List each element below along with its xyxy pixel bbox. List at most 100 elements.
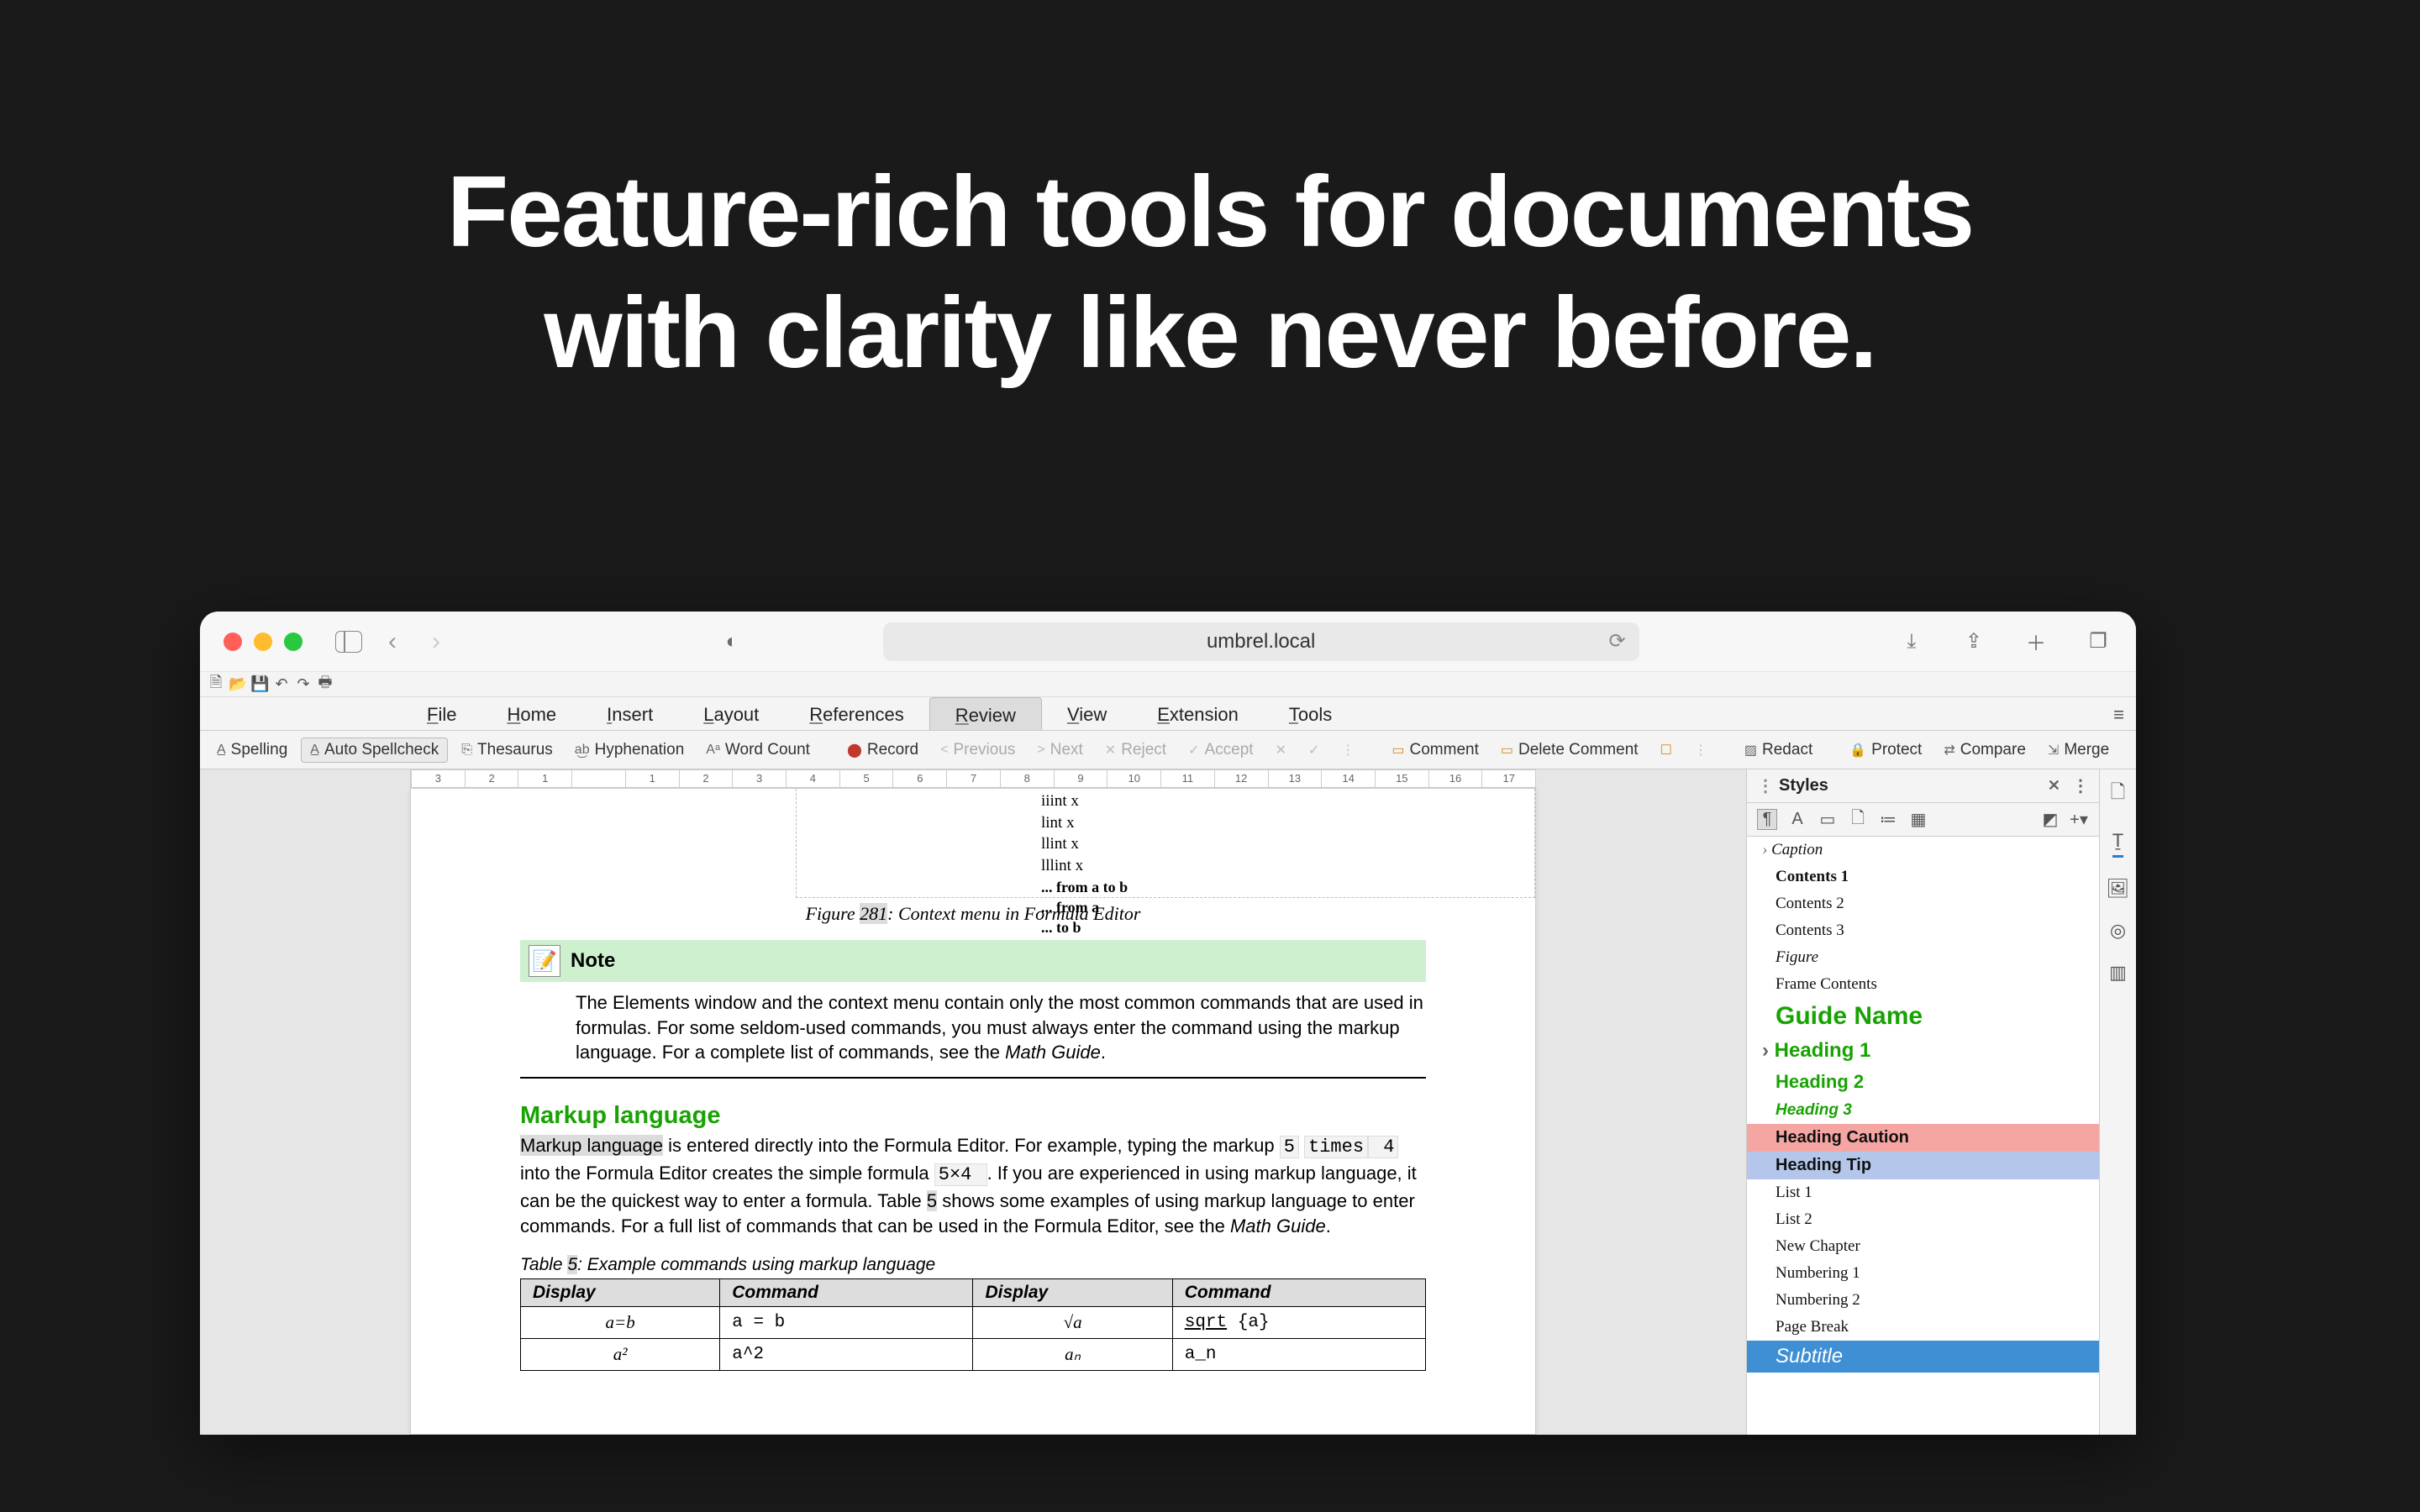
thesaurus-button[interactable]: ⎘Thesaurus [453,738,561,762]
close-window-button[interactable] [224,633,242,651]
table-styles-icon[interactable]: ▦ [1908,809,1928,830]
styles-panel: ⋮ Styles ✕ ⋮ ¶ A ▭ 🗋 ≔ ▦ ◩ +▾ [1746,769,2099,1435]
ribbon-tab-insert[interactable]: Insert [581,697,678,730]
styles-close-icon[interactable]: ✕ [2048,777,2060,795]
sidebar-tab-strip: 🗋 Ṯ 🖼 ◎ ▥ [2099,769,2136,1435]
document-viewport: 3211234567891011121314151617 iiint xlint… [200,769,1746,1435]
accept-change-button[interactable]: ✓Accept [1180,738,1262,762]
style-item[interactable]: Contents 1 [1747,864,2099,890]
tabs-overview-icon[interactable]: ❐ [2084,627,2112,656]
protect-button[interactable]: 🔒Protect [1841,738,1930,762]
traffic-lights [224,633,302,651]
comment-extra-icon[interactable]: ☐ [1652,739,1681,761]
address-bar[interactable]: umbrel.local ⟳ [883,622,1639,661]
word-count-button[interactable]: AᵃWord Count [697,738,818,762]
compare-button[interactable]: ⇄Compare [1935,738,2034,762]
style-item[interactable]: List 2 [1747,1206,2099,1233]
hyphenation-button[interactable]: a͜bHyphenation [566,738,693,762]
style-item[interactable]: Contents 2 [1747,890,2099,917]
quick-access-toolbar: 🗎 📂 💾 ↶ ↷ 🖶 [200,672,2136,697]
auto-spellcheck-toggle[interactable]: A̲Auto Spellcheck [301,738,448,763]
style-item[interactable]: New Chapter [1747,1233,2099,1260]
ribbon-tab-extension[interactable]: Extension [1132,697,1264,730]
ribbon-settings-icon[interactable]: ⚙ [2128,739,2136,761]
style-item[interactable]: Numbering 2 [1747,1287,2099,1314]
style-item[interactable]: Frame Contents [1747,971,2099,998]
merge-button[interactable]: ⇲Merge [2039,738,2118,762]
redo-icon[interactable]: ↷ [294,675,313,693]
styles-tab-icon[interactable]: Ṯ [2112,830,2123,858]
previous-change-button[interactable]: <Previous [932,738,1023,762]
style-item[interactable]: Heading 1 [1747,1035,2099,1067]
style-item[interactable]: Caption [1747,837,2099,864]
downloads-icon[interactable]: ⤓ [1897,627,1926,656]
style-item[interactable]: Heading 2 [1747,1067,2099,1097]
ribbon-tab-layout[interactable]: Layout [678,697,784,730]
frame-styles-icon[interactable]: ▭ [1818,809,1838,830]
ribbon-tab-home[interactable]: Home [481,697,581,730]
forward-button[interactable]: › [422,627,450,656]
minimize-window-button[interactable] [254,633,272,651]
ribbon-tab-tools[interactable]: Tools [1264,697,1357,730]
body-paragraph: Markup language is entered directly into… [520,1133,1426,1240]
styles-category-icons: ¶ A ▭ 🗋 ≔ ▦ ◩ +▾ [1747,803,2099,837]
style-item[interactable]: Page Break [1747,1314,2099,1341]
table-caption: Table 5: Example commands using markup l… [520,1255,1426,1275]
reject-change-button[interactable]: ✕Reject [1097,738,1175,762]
ribbon-menu-icon[interactable]: ≡ [2113,704,2124,726]
embedded-frame [796,789,1535,898]
style-item[interactable]: Numbering 1 [1747,1260,2099,1287]
character-styles-icon[interactable]: A [1787,810,1807,829]
style-item[interactable]: Subtitle [1747,1341,2099,1373]
style-item[interactable]: Heading Tip [1747,1152,2099,1179]
list-styles-icon[interactable]: ≔ [1878,809,1898,830]
next-change-button[interactable]: >Next [1028,738,1091,762]
navigator-tab-icon[interactable]: ◎ [2110,920,2126,942]
styles-list[interactable]: CaptionContents 1Contents 2Contents 3Fig… [1747,837,2099,1435]
ribbon-tab-review[interactable]: Review [929,697,1042,730]
note-icon: 📝 [529,945,560,977]
style-item[interactable]: Figure [1747,944,2099,971]
fill-format-icon[interactable]: ◩ [2040,809,2060,830]
print-icon[interactable]: 🖶 [316,672,334,697]
document-page[interactable]: iiint xlint xllint xlllint x... from a t… [410,788,1536,1435]
ribbon-tab-file[interactable]: File [402,697,481,730]
url-text: umbrel.local [1207,630,1315,654]
new-style-dropdown[interactable]: +▾ [2069,809,2089,830]
privacy-shield-icon[interactable]: ◐ [718,627,746,656]
share-icon[interactable]: ⇪ [1960,627,1988,656]
ribbon-tab-references[interactable]: References [784,697,929,730]
page-tab-icon[interactable]: ▥ [2109,962,2127,984]
sidebar-toggle-button[interactable] [334,627,363,656]
save-icon[interactable]: 💾 [250,675,269,693]
paragraph-styles-icon[interactable]: ¶ [1757,809,1777,830]
new-tab-icon[interactable]: ＋ [2022,627,2050,656]
open-icon[interactable]: 📂 [229,675,247,693]
comment-more-icon[interactable]: ⋮ [1686,739,1716,761]
record-changes-button[interactable]: ⬤Record [839,738,927,762]
ribbon-more-icon[interactable]: ⋮ [1333,739,1363,761]
back-button[interactable]: ‹ [378,627,407,656]
browser-window: ‹ › ◐ umbrel.local ⟳ ⤓ ⇪ ＋ ❐ 🗎 📂 💾 ↶ ↷ 🖶… [200,612,2136,1435]
section-heading: Markup language [520,1102,1426,1130]
undo-icon[interactable]: ↶ [272,675,291,693]
properties-tab-icon[interactable]: 🗋 [2111,778,2126,810]
redact-button[interactable]: ▨Redact [1736,738,1821,762]
style-item[interactable]: Contents 3 [1747,917,2099,944]
style-item[interactable]: Heading 3 [1747,1097,2099,1124]
ribbon-tab-view[interactable]: View [1042,697,1132,730]
style-item[interactable]: Guide Name [1747,998,2099,1035]
style-item[interactable]: Heading Caution [1747,1124,2099,1152]
page-styles-icon[interactable]: 🗋 [1848,806,1868,834]
new-doc-icon[interactable]: 🗎 [207,672,225,697]
maximize-window-button[interactable] [284,633,302,651]
delete-comment-button[interactable]: ▭Delete Comment [1492,738,1647,762]
gallery-tab-icon[interactable]: 🖼 [2107,878,2130,900]
style-item[interactable]: List 1 [1747,1179,2099,1206]
reject-all-icon[interactable]: ✕ [1267,739,1295,761]
spelling-button[interactable]: A̲Spelling [208,738,296,762]
accept-all-icon[interactable]: ✓ [1300,739,1328,761]
reload-icon[interactable]: ⟳ [1609,629,1626,654]
insert-comment-button[interactable]: ▭Comment [1383,738,1486,762]
main-area: 3211234567891011121314151617 iiint xlint… [200,769,2136,1435]
